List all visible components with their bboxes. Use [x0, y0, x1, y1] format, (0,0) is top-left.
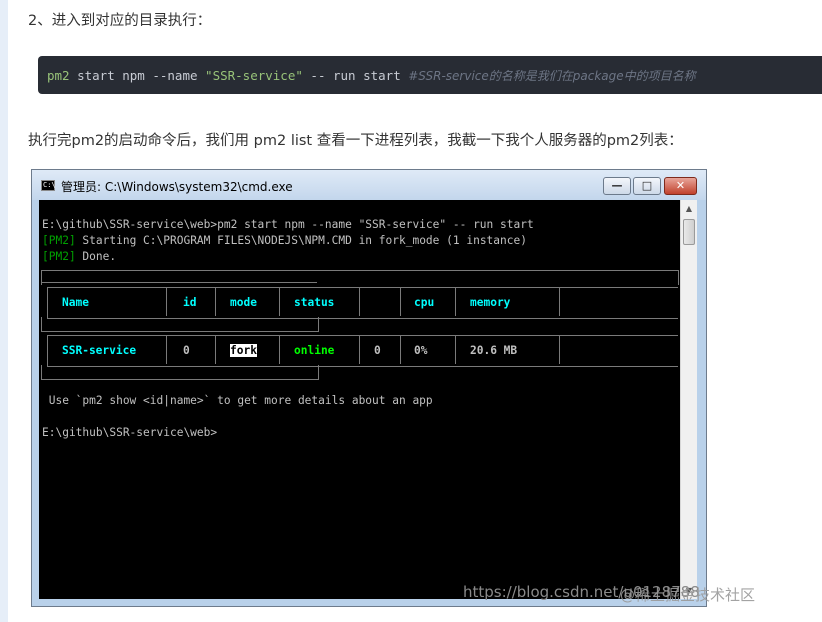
code-line: pm2 start npm --name "SSR-service" -- ru…	[47, 67, 696, 84]
code-string: "SSR-service"	[205, 68, 303, 83]
console-text: Done.	[75, 250, 117, 263]
minimize-button[interactable]: —	[603, 177, 631, 195]
code-args: start npm --name	[69, 68, 206, 83]
table-header-id: id	[183, 296, 197, 309]
close-button[interactable]: ✕	[664, 177, 697, 195]
cmd-icon: C:\	[41, 180, 56, 191]
left-rail	[0, 0, 8, 622]
table-header-bottom	[41, 317, 319, 332]
table-header-status: status	[294, 296, 335, 309]
col-sep	[215, 336, 216, 364]
col-sep	[455, 288, 456, 316]
maximize-button[interactable]: □	[633, 177, 661, 195]
col-sep	[279, 336, 280, 364]
vertical-scrollbar[interactable]: ▲ ▼	[680, 200, 697, 599]
row-mode: fork	[230, 344, 257, 357]
scroll-thumb[interactable]	[683, 219, 695, 245]
window-title: 管理员: C:\Windows\system32\cmd.exe	[61, 180, 293, 194]
col-sep	[559, 336, 560, 364]
table-top-rule	[41, 282, 317, 283]
col-sep	[166, 288, 167, 316]
table-header-memory: memory	[470, 296, 511, 309]
paragraph: 执行完pm2的启动命令后，我们用 pm2 list 查看一下进程列表，我截一下我…	[28, 133, 683, 149]
console-line: E:\github\SSR-service\web>pm2 start npm …	[42, 218, 534, 231]
row-status: online	[294, 344, 335, 357]
code-args-2: -- run start	[302, 68, 409, 83]
col-sep	[279, 288, 280, 316]
code-block: pm2 start npm --name "SSR-service" -- ru…	[38, 56, 822, 94]
table-header-row	[47, 287, 678, 319]
table-header-name: Name	[62, 296, 89, 309]
table-bottom-border	[41, 365, 319, 380]
console-hint: Use `pm2 show <id|name>` to get more det…	[42, 394, 433, 407]
watermark-site: @稀土掘金技术社区	[620, 586, 756, 604]
console-output[interactable]: E:\github\SSR-service\web>pm2 start npm …	[39, 200, 680, 599]
table-header-mode: mode	[230, 296, 257, 309]
row-memory: 20.6 MB	[470, 344, 518, 357]
pm2-tag: [PM2]	[42, 250, 76, 263]
minimize-icon: —	[611, 179, 623, 192]
col-sep	[166, 336, 167, 364]
close-icon: ✕	[675, 179, 686, 192]
col-sep	[559, 288, 560, 316]
col-sep	[455, 336, 456, 364]
code-comment: #SSR-service的名称是我们在package中的项目名称	[408, 69, 696, 83]
step-heading: 2、进入到对应的目录执行：	[28, 13, 212, 29]
row-name: SSR-service	[62, 344, 137, 357]
col-sep	[400, 288, 401, 316]
table-data-row	[47, 335, 678, 367]
col-sep	[400, 336, 401, 364]
code-keyword: pm2	[47, 68, 70, 83]
window-titlebar[interactable]: C:\ 管理员: C:\Windows\system32\cmd.exe — □…	[32, 170, 706, 200]
maximize-icon: □	[641, 179, 653, 192]
console-prompt: E:\github\SSR-service\web>	[42, 426, 218, 439]
col-sep	[359, 288, 360, 316]
scroll-up-icon[interactable]: ▲	[681, 200, 697, 217]
row-restart: 0	[374, 344, 381, 357]
console-text: Starting C:\PROGRAM FILES\NODEJS\NPM.CMD…	[75, 234, 527, 247]
console-line: [PM2] Done.	[42, 250, 116, 263]
row-id: 0	[183, 344, 190, 357]
table-header-cpu: cpu	[414, 296, 435, 309]
col-sep	[215, 288, 216, 316]
cmd-window: C:\ 管理员: C:\Windows\system32\cmd.exe — □…	[31, 169, 707, 607]
row-cpu: 0%	[414, 344, 428, 357]
pm2-tag: [PM2]	[42, 234, 76, 247]
col-sep	[359, 336, 360, 364]
console-line: [PM2] Starting C:\PROGRAM FILES\NODEJS\N…	[42, 234, 527, 247]
